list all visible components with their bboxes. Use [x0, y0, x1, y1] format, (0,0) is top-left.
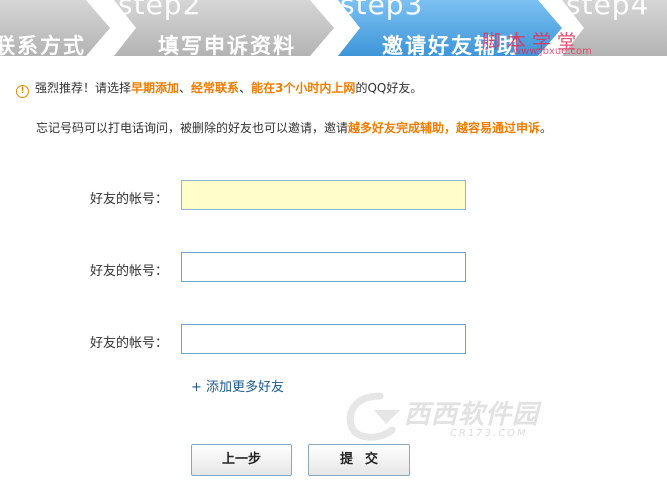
friend-account-label: 好友的帐号： — [90, 336, 169, 351]
friend-account-row-1: 好友的帐号： — [0, 180, 667, 212]
tip2-suffix: 。 — [540, 121, 553, 135]
step-3-number: step3 — [340, 0, 424, 21]
watermark-brand: 西西软件园 — [404, 400, 540, 430]
tip1-highlight-frequent: 经常联系 — [191, 81, 240, 95]
friend-account-input-2[interactable] — [181, 252, 466, 282]
tip1-suffix: 的QQ好友。 — [355, 81, 423, 95]
tip1-prefix: 强烈推荐！请选择 — [35, 81, 132, 95]
tip2-prefix: 忘记号码可以打电话询问，被删除的好友也可以邀请，邀请 — [36, 121, 349, 135]
invite-tip: 忘记号码可以打电话询问，被删除的好友也可以邀请，邀请越多好友完成辅助，越容易通过… — [36, 121, 552, 135]
tip1-separator-2: 、 — [239, 81, 252, 95]
step-progress-bar: 联系方式 step2 填写申诉资料 step3 邀请好友辅助 step4 脚本学… — [0, 0, 667, 62]
friend-account-label: 好友的帐号： — [90, 264, 169, 279]
watermark-logo: 西西软件园 CR173.COM — [340, 388, 600, 448]
previous-step-button[interactable]: 上一步 — [191, 444, 292, 476]
step-4-number: step4 — [566, 0, 650, 21]
step-1: 联系方式 — [0, 0, 112, 58]
friend-account-row-3: 好友的帐号： — [0, 324, 667, 356]
watermark-site-url: www.jbxue.com — [513, 46, 592, 57]
step-1-label: 联系方式 — [0, 34, 86, 58]
submit-button[interactable]: 提交 — [308, 444, 410, 476]
tip1-highlight-early: 早期添加 — [131, 81, 180, 95]
friend-account-input-1[interactable] — [181, 180, 466, 210]
step-2: step2 填写申诉资料 — [114, 0, 336, 58]
add-more-friends-link[interactable]: + 添加更多好友 — [191, 376, 284, 395]
watermark-swirl-icon — [346, 392, 400, 441]
watermark-domain: CR173.COM — [450, 428, 528, 439]
tip1-highlight-online: 能在3个小时内上网 — [251, 81, 356, 95]
friend-account-input-3[interactable] — [181, 324, 466, 354]
friend-account-label: 好友的帐号： — [90, 192, 169, 207]
step-2-number: step2 — [118, 0, 202, 21]
friend-account-row-2: 好友的帐号： — [0, 252, 667, 284]
step-2-label: 填写申诉资料 — [158, 34, 296, 58]
recommendation-tip: ! 强烈推荐！请选择早期添加、经常联系、能在3个小时内上网的QQ好友。 — [16, 81, 422, 98]
tip2-highlight: 越多好友完成辅助，越容易通过申诉 — [348, 121, 541, 135]
warning-icon: ! — [16, 85, 29, 98]
tip1-separator-1: 、 — [179, 81, 192, 95]
